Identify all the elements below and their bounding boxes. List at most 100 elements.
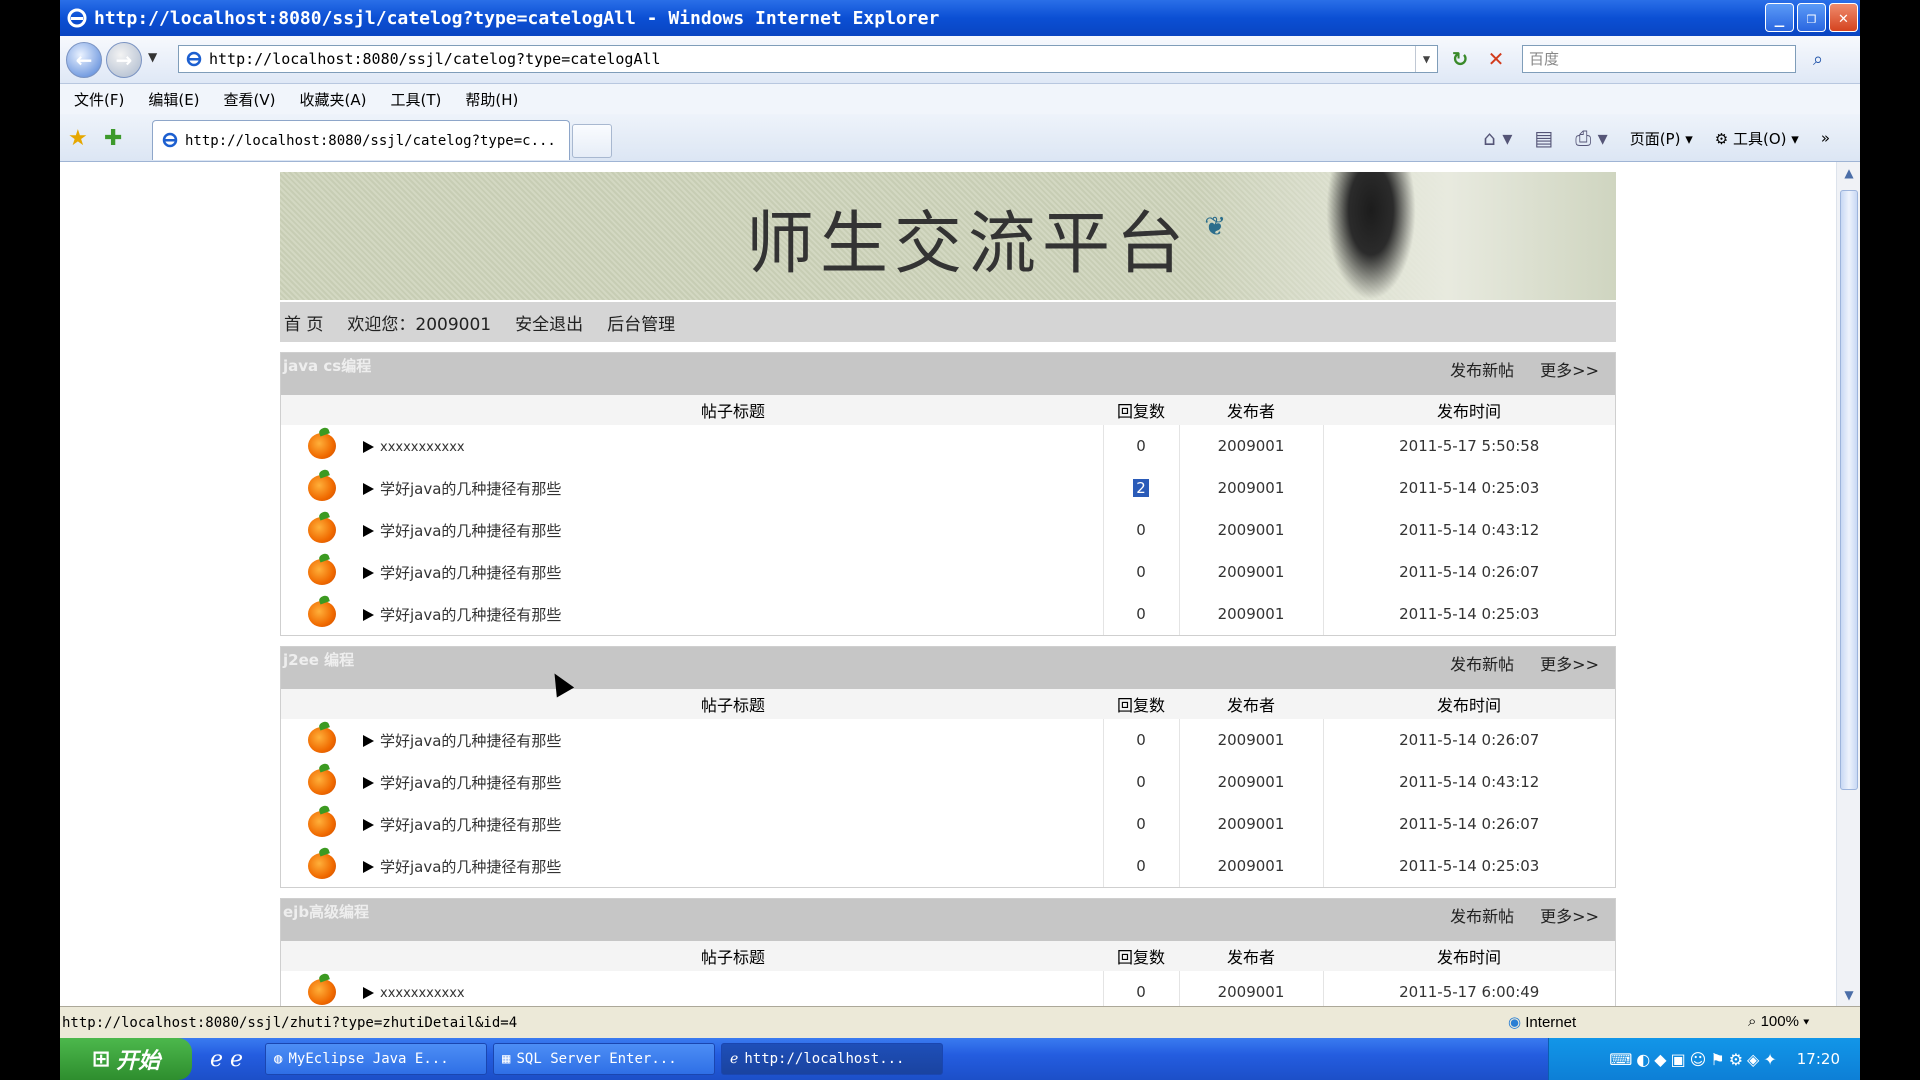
post-time: 2011-5-14 0:25:03	[1399, 479, 1540, 497]
new-post-link[interactable]: 发布新帖	[1450, 903, 1514, 927]
search-input[interactable]: 百度	[1522, 45, 1796, 73]
menu-tools[interactable]: 工具(T)	[390, 89, 441, 110]
reply-count: 0	[1102, 803, 1180, 845]
forum-page: ❦ 师生交流平台 首 页 欢迎您：2009001 安全退出 后台管理 java …	[280, 172, 1616, 1006]
triangle-bullet-icon	[363, 986, 374, 999]
start-button[interactable]: ⊞ 开始	[60, 1038, 192, 1080]
menu-help[interactable]: 帮助(H)	[465, 89, 518, 110]
scroll-down-icon[interactable]: ▼	[1840, 986, 1858, 1004]
triangle-bullet-icon	[363, 609, 374, 621]
post-table: 帖子标题 回复数 发布者 发布时间 xxxxxxxxxxx 0 2009001 …	[281, 941, 1615, 1006]
table-row: 学好java的几种捷径有那些 0 2009001 2011-5-14 0:25:…	[281, 593, 1615, 635]
section-name[interactable]: ejb高级编程	[283, 901, 369, 922]
menu-edit[interactable]: 编辑(E)	[148, 89, 199, 110]
task-ie[interactable]: ℯ http://localhost...	[721, 1043, 944, 1075]
task-sqlserver[interactable]: ▦ SQL Server Enter...	[493, 1043, 716, 1075]
post-author: 2009001	[1179, 425, 1324, 467]
close-button[interactable]: ✕	[1829, 3, 1858, 32]
post-title-link[interactable]: 学好java的几种捷径有那些	[380, 816, 561, 834]
scroll-up-icon[interactable]: ▲	[1840, 164, 1858, 182]
post-time: 2011-5-14 0:26:07	[1399, 815, 1540, 833]
refresh-icon[interactable]: ↻	[1446, 45, 1474, 73]
maximize-button[interactable]: ❐	[1797, 3, 1826, 32]
site-title: 师生交流平台	[746, 205, 1191, 284]
stop-icon[interactable]: ✕	[1482, 45, 1510, 73]
myeclipse-icon: ◍	[274, 1051, 283, 1067]
section-header: java cs编程 发布新帖 更多>>	[281, 353, 1615, 395]
more-link[interactable]: 更多>>	[1540, 357, 1599, 381]
post-title-link[interactable]: 学好java的几种捷径有那些	[380, 732, 561, 750]
back-button[interactable]: ←	[66, 42, 102, 78]
post-author: 2009001	[1179, 803, 1324, 845]
more-link[interactable]: 更多>>	[1540, 903, 1599, 927]
page-menu[interactable]: 页面(P) ▾	[1630, 128, 1693, 149]
post-title-link[interactable]: 学好java的几种捷径有那些	[380, 522, 561, 540]
section-j2ee: j2ee 编程 发布新帖 更多>> 帖子标题 回复数 发布者 发布时间 学好ja…	[280, 646, 1616, 888]
taskbar: ⊞ 开始 ℯ ℯ ◍ MyEclipse Java E... ▦ SQL Server…	[60, 1038, 1860, 1080]
feeds-icon[interactable]: ▤	[1534, 126, 1553, 150]
reply-count: 0	[1102, 719, 1180, 761]
print-icon[interactable]: ⎙ ▾	[1575, 126, 1607, 150]
home-icon[interactable]: ⌂ ▾	[1483, 126, 1512, 150]
reply-count: 0	[1102, 551, 1180, 593]
post-title-link[interactable]: 学好java的几种捷径有那些	[380, 606, 561, 624]
minimize-button[interactable]: _	[1765, 3, 1794, 32]
task-label: http://localhost...	[744, 1051, 905, 1067]
post-title-link[interactable]: 学好java的几种捷径有那些	[380, 564, 561, 582]
table-row: 学好java的几种捷径有那些 0 2009001 2011-5-14 0:26:…	[281, 719, 1615, 761]
task-myeclipse[interactable]: ◍ MyEclipse Java E...	[265, 1043, 488, 1075]
orange-icon	[308, 601, 336, 627]
security-zone[interactable]: ◉ Internet	[1508, 1013, 1576, 1031]
butterfly-icon: ❦	[1204, 212, 1226, 242]
tab-current[interactable]: http://localhost:8080/ssjl/catelog?type=…	[152, 120, 570, 160]
section-ejb: ejb高级编程 发布新帖 更多>> 帖子标题 回复数 发布者 发布时间 xxxx…	[280, 898, 1616, 1006]
quicklaunch-ie-icon[interactable]: ℯ ℯ	[210, 1047, 243, 1072]
nav-home[interactable]: 首 页	[284, 310, 323, 335]
post-title-link[interactable]: 学好java的几种捷径有那些	[380, 774, 561, 792]
post-time: 2011-5-14 0:26:07	[1399, 731, 1540, 749]
triangle-bullet-icon	[363, 483, 374, 495]
ie-window: http://localhost:8080/ssjl/catelog?type=…	[60, 0, 1860, 1038]
clock: 17:20	[1796, 1050, 1840, 1068]
post-title-link[interactable]: xxxxxxxxxxx	[380, 440, 465, 455]
forward-button[interactable]: →	[106, 42, 142, 78]
zone-label: Internet	[1525, 1014, 1577, 1031]
nav-admin[interactable]: 后台管理	[607, 310, 675, 335]
more-link[interactable]: 更多>>	[1540, 651, 1599, 675]
menu-view[interactable]: 查看(V)	[224, 89, 276, 110]
tray-icons[interactable]: ⌨◐◆▣☺⚑⚙◈✦	[1609, 1050, 1781, 1069]
post-title-link[interactable]: xxxxxxxxxxx	[380, 986, 465, 1001]
post-table: 帖子标题 回复数 发布者 发布时间 学好java的几种捷径有那些 0 20090…	[281, 689, 1615, 887]
address-bar[interactable]: http://localhost:8080/ssjl/catelog?type=…	[178, 45, 1438, 73]
section-name[interactable]: j2ee 编程	[283, 649, 354, 670]
history-dropdown-icon[interactable]: ▼	[148, 50, 157, 64]
orange-icon	[308, 853, 336, 879]
zoom-control[interactable]: ⌕ 100% ▾	[1748, 1013, 1809, 1030]
status-url: http://localhost:8080/ssjl/zhuti?type=zh…	[62, 1014, 518, 1031]
section-name[interactable]: java cs编程	[283, 355, 371, 376]
site-nav: 首 页 欢迎您：2009001 安全退出 后台管理	[280, 302, 1616, 342]
table-row: 学好java的几种捷径有那些 0 2009001 2011-5-14 0:43:…	[281, 509, 1615, 551]
nav-logout[interactable]: 安全退出	[515, 310, 583, 335]
more-commands-icon[interactable]: »	[1821, 129, 1830, 147]
post-title-link[interactable]: 学好java的几种捷径有那些	[380, 858, 561, 876]
reply-count: 0	[1102, 593, 1180, 635]
menu-file[interactable]: 文件(F)	[74, 89, 124, 110]
zoom-level: 100%	[1760, 1013, 1799, 1030]
scroll-thumb[interactable]	[1840, 190, 1858, 790]
new-post-link[interactable]: 发布新帖	[1450, 357, 1514, 381]
table-row: 学好java的几种捷径有那些 0 2009001 2011-5-14 0:26:…	[281, 803, 1615, 845]
menu-favorites[interactable]: 收藏夹(A)	[300, 89, 367, 110]
new-tab-button[interactable]	[572, 124, 612, 158]
address-dropdown-icon[interactable]: ▼	[1415, 46, 1437, 72]
new-post-link[interactable]: 发布新帖	[1450, 651, 1514, 675]
post-author: 2009001	[1179, 551, 1324, 593]
page-icon	[186, 51, 202, 67]
search-icon[interactable]: ⌕	[1802, 45, 1834, 73]
vertical-scrollbar[interactable]: ▲ ▼	[1836, 162, 1860, 1006]
page-icon	[162, 132, 178, 148]
favorites-star-icon[interactable]: ★	[68, 126, 88, 151]
post-title-link[interactable]: 学好java的几种捷径有那些	[380, 480, 561, 498]
tools-menu[interactable]: ⚙ 工具(O) ▾	[1715, 128, 1799, 149]
add-favorite-icon[interactable]: ✚	[104, 126, 122, 151]
